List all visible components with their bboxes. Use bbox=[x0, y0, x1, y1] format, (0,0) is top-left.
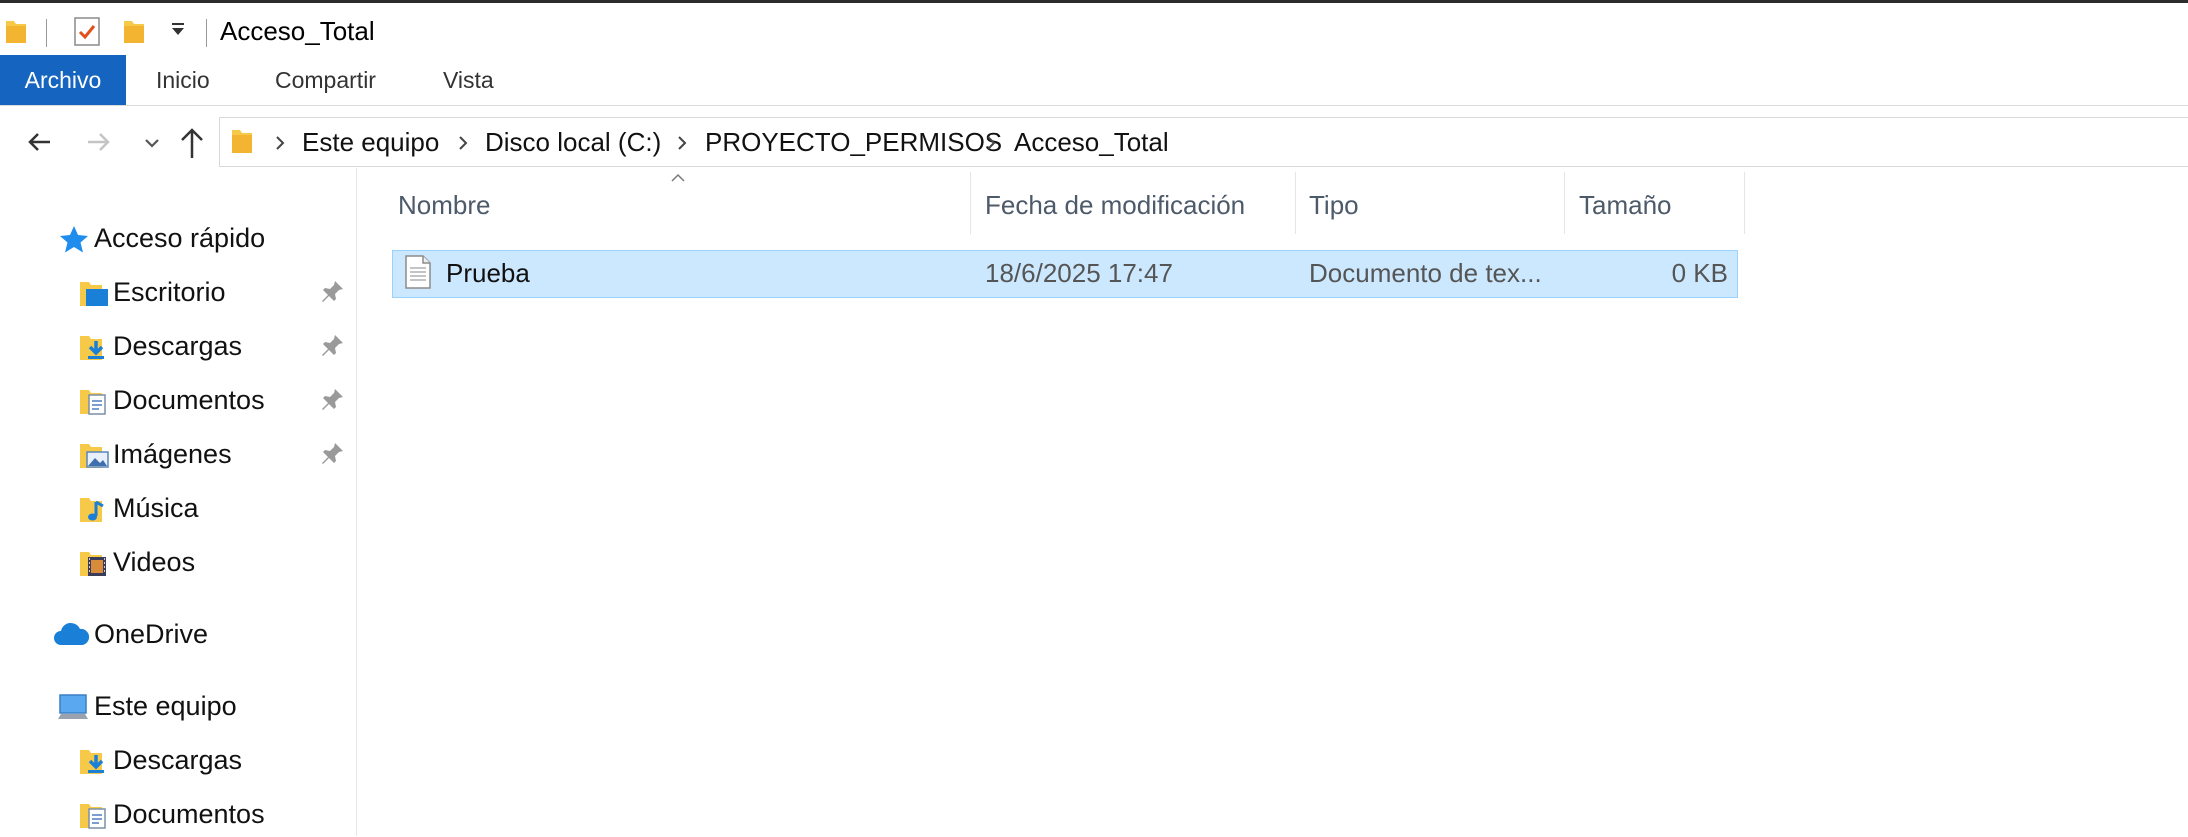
nav-item-musica[interactable]: Música bbox=[113, 493, 199, 524]
toolbar-separator bbox=[46, 19, 47, 47]
column-header-name[interactable]: Nombre bbox=[398, 190, 490, 221]
breadcrumb-disco-local[interactable]: Disco local (C:) bbox=[485, 127, 661, 158]
toolbar-separator bbox=[206, 19, 207, 47]
sort-ascending-icon bbox=[670, 170, 686, 182]
nav-this-pc[interactable]: Este equipo bbox=[94, 691, 237, 722]
file-modified: 18/6/2025 17:47 bbox=[985, 258, 1173, 288]
back-arrow-icon[interactable] bbox=[22, 124, 58, 160]
breadcrumb-chevron-icon[interactable] bbox=[675, 133, 689, 153]
music-folder-icon bbox=[78, 494, 110, 531]
desktop-folder-icon bbox=[78, 278, 110, 315]
text-file-icon bbox=[404, 254, 432, 295]
pin-icon[interactable] bbox=[318, 332, 346, 360]
column-divider[interactable] bbox=[1295, 172, 1296, 234]
nav-onedrive[interactable]: OneDrive bbox=[94, 619, 208, 650]
videos-folder-icon bbox=[78, 548, 110, 585]
file-size: 0 KB bbox=[1671, 258, 1728, 288]
downloads-folder-icon bbox=[78, 332, 110, 369]
star-icon bbox=[58, 224, 90, 261]
nav-item-imagenes[interactable]: Imágenes bbox=[113, 439, 232, 470]
nav-item-documentos[interactable]: Documentos bbox=[113, 385, 265, 416]
nav-item-descargas[interactable]: Descargas bbox=[113, 331, 242, 362]
folder-icon bbox=[230, 126, 254, 161]
customize-toolbar-dropdown-icon[interactable] bbox=[170, 21, 186, 37]
nav-item-videos[interactable]: Videos bbox=[113, 547, 195, 578]
onedrive-cloud-icon bbox=[52, 621, 90, 654]
pin-icon[interactable] bbox=[318, 440, 346, 468]
breadcrumb-este-equipo[interactable]: Este equipo bbox=[302, 127, 439, 158]
nav-item-escritorio[interactable]: Escritorio bbox=[113, 277, 226, 308]
pin-icon[interactable] bbox=[318, 278, 346, 306]
tab-vista[interactable]: Vista bbox=[443, 55, 494, 105]
column-divider[interactable] bbox=[1564, 172, 1565, 234]
pictures-folder-icon bbox=[78, 440, 110, 477]
tab-compartir[interactable]: Compartir bbox=[275, 55, 376, 105]
breadcrumb-chevron-icon[interactable] bbox=[984, 133, 998, 153]
tab-archivo[interactable]: Archivo bbox=[0, 55, 126, 105]
address-bar[interactable]: Este equipo Disco local (C:) PROYECTO_PE… bbox=[219, 117, 2188, 167]
nav-quick-access[interactable]: Acceso rápido bbox=[94, 223, 265, 254]
file-type: Documento de tex... bbox=[1309, 258, 1542, 288]
properties-icon[interactable] bbox=[72, 15, 102, 47]
folder-icon bbox=[4, 17, 28, 50]
column-header-size[interactable]: Tamaño bbox=[1579, 190, 1672, 221]
nav-pc-item-descargas[interactable]: Descargas bbox=[113, 745, 242, 776]
pin-icon[interactable] bbox=[318, 386, 346, 414]
breadcrumb-acceso-total[interactable]: Acceso_Total bbox=[1014, 127, 1169, 158]
this-pc-icon bbox=[56, 692, 90, 729]
nav-pc-item-documentos[interactable]: Documentos bbox=[113, 799, 265, 830]
forward-arrow-icon[interactable] bbox=[80, 124, 116, 160]
breadcrumb-chevron-icon[interactable] bbox=[273, 133, 287, 153]
column-divider[interactable] bbox=[1744, 172, 1745, 234]
ribbon-tabs: Archivo Inicio Compartir Vista bbox=[0, 55, 2188, 106]
up-arrow-icon[interactable] bbox=[174, 122, 210, 158]
downloads-folder-icon bbox=[78, 746, 110, 783]
navigation-pane: Acceso rápido Escritorio Descargas Docum… bbox=[0, 168, 357, 836]
recent-locations-chevron-icon[interactable] bbox=[134, 124, 170, 160]
column-divider[interactable] bbox=[970, 172, 971, 234]
new-folder-icon[interactable] bbox=[122, 17, 146, 50]
documents-folder-icon bbox=[78, 800, 110, 837]
window-title: Acceso_Total bbox=[220, 16, 375, 46]
tab-inicio[interactable]: Inicio bbox=[156, 55, 210, 105]
column-header-type[interactable]: Tipo bbox=[1309, 190, 1359, 221]
breadcrumb-proyecto-permisos[interactable]: PROYECTO_PERMISOS bbox=[705, 127, 1002, 158]
column-header-modified[interactable]: Fecha de modificación bbox=[985, 190, 1245, 221]
file-name[interactable]: Prueba bbox=[446, 258, 530, 289]
breadcrumb-chevron-icon[interactable] bbox=[456, 133, 470, 153]
title-bar: Acceso_Total bbox=[0, 3, 2188, 59]
documents-folder-icon bbox=[78, 386, 110, 423]
